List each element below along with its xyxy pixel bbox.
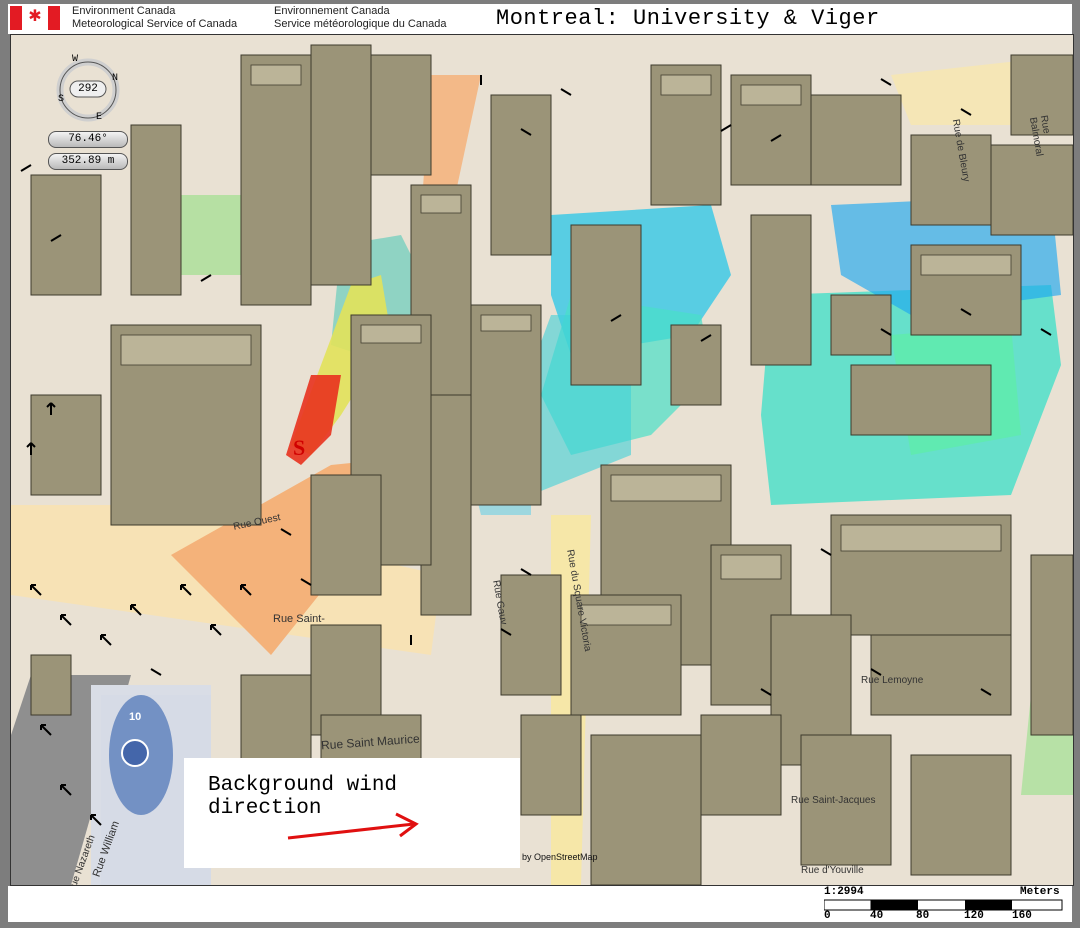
scale-ratio: 1:2994 [824, 886, 864, 898]
agency-en-line1: Environment Canada [72, 5, 176, 17]
tilt-readout: 76.46° [48, 131, 128, 148]
altitude-readout: 352.89 m [48, 153, 128, 170]
compass-e: E [96, 112, 103, 123]
legend-line1: Background wind [208, 774, 398, 797]
header-bar: ✱ Environment Canada Meteorological Serv… [8, 4, 1072, 34]
compass-s: S [58, 94, 65, 105]
street-label: Rue Lemoyne [861, 675, 924, 686]
site-marker: S [293, 435, 306, 460]
page-title: Montreal: University & Viger [496, 6, 880, 31]
map-credit: by OpenStreetMap [522, 852, 598, 862]
scale-tick: 120 [964, 910, 984, 922]
scale-bar-area: 1:2994 Meters 0 40 80 120 160 [8, 886, 1072, 922]
agency-fr-line2: Service météorologique du Canada [274, 18, 447, 30]
compass-w: W [72, 54, 79, 65]
highway-badge: 10 [129, 711, 142, 723]
street-label: Rue d'Youville [801, 865, 864, 876]
window-frame: ✱ Environment Canada Meteorological Serv… [0, 0, 1080, 928]
scale-tick: 40 [870, 910, 884, 922]
compass-heading: 292 [78, 83, 98, 95]
scale-unit: Meters [1020, 886, 1060, 898]
scale-tick: 80 [916, 910, 930, 922]
agency-english: Environment Canada Meteorological Servic… [72, 5, 237, 31]
map-view[interactable]: Rue Saint Maurice Rue William Rue Nazare… [10, 34, 1074, 886]
canada-flag-icon: ✱ [10, 6, 60, 30]
agency-en-line2: Meteorological Service of Canada [72, 18, 238, 30]
compass-n: N [112, 73, 119, 84]
street-label: Rue Saint- [273, 613, 325, 625]
compass-widget[interactable]: W N S E 292 [52, 54, 124, 128]
agency-fr-line1: Environnement Canada [274, 5, 390, 17]
wind-arrow-icon [287, 812, 419, 840]
city-3d-render [11, 35, 1073, 885]
agency-french: Environnement Canada Service météorologi… [274, 5, 446, 31]
scale-tick: 160 [1012, 910, 1032, 922]
street-label: Rue Saint-Jacques [791, 795, 876, 806]
scale-tick: 0 [824, 910, 831, 922]
